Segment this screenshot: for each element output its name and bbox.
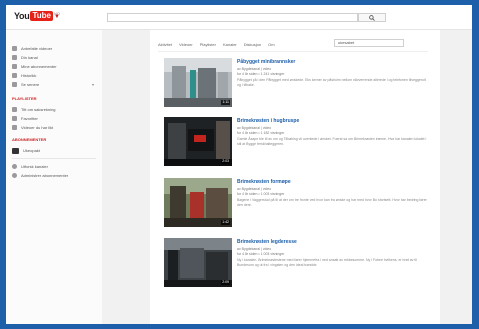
guide-item-label: Administrer abonnementer bbox=[21, 173, 69, 178]
guide-item-subscription[interactable]: Ukeopakt bbox=[12, 147, 40, 154]
video-thumbnail[interactable]: 2:03 bbox=[164, 117, 232, 166]
video-title[interactable]: Brimekrøsten formøpe bbox=[237, 179, 427, 185]
video-item[interactable]: 2:03 Brimekrøsten i hugbruspe av Bygdeka… bbox=[164, 117, 434, 167]
video-description: Ny i kanalen. Brimekrøstestene med fører… bbox=[237, 258, 417, 267]
video-item[interactable]: 2:09 Brimekrøsten legderesse av Bygdekan… bbox=[164, 238, 434, 288]
guide-item-favorites[interactable]: Favoritter bbox=[12, 115, 38, 122]
guide-item-label: Favoritter bbox=[21, 116, 38, 121]
tab-videos[interactable]: Videoer bbox=[179, 42, 193, 47]
guide-item-label: Videoer du har likt bbox=[21, 125, 54, 130]
guide-item-label: Mine abonnementer bbox=[21, 64, 57, 69]
search-button[interactable] bbox=[358, 13, 386, 22]
guide-sidebar: Anbefalte videoer Din kanal Mine abonnem… bbox=[6, 30, 102, 324]
video-description: Påbygget på i den Påbygget med ønskede. … bbox=[237, 78, 426, 87]
video-description: Bøgene i Vaggerstud på til at der om tre… bbox=[237, 198, 427, 207]
search-icon bbox=[369, 14, 375, 21]
guide-item-label: Anbefalte videoer bbox=[21, 46, 53, 51]
video-thumbnail[interactable]: 1:11 bbox=[164, 58, 232, 107]
video-channel: av Bygdekanal | video bbox=[237, 67, 272, 71]
video-thumbnail[interactable]: 2:09 bbox=[164, 238, 232, 287]
tabs-divider bbox=[158, 51, 428, 52]
guide-item-manage-subscriptions[interactable]: Administrer abonnementer bbox=[12, 172, 68, 179]
guide-item-my-channel[interactable]: Din kanal bbox=[12, 54, 38, 61]
guide-item-label: Se senere bbox=[21, 82, 40, 87]
video-duration: 2:03 bbox=[221, 159, 230, 164]
guide-item-label: Historikk bbox=[21, 73, 37, 78]
plus-circle-icon bbox=[12, 164, 17, 169]
video-thumbnail[interactable]: 1:42 bbox=[164, 178, 232, 227]
video-duration: 1:11 bbox=[221, 100, 230, 105]
user-icon bbox=[12, 55, 17, 60]
channel-avatar-icon bbox=[12, 147, 19, 154]
chevron-down-icon[interactable]: ▾ bbox=[92, 82, 94, 87]
video-views: for 4 år siden • 1 003 visninger bbox=[237, 192, 285, 196]
masthead: You Tube NO ▼ bbox=[6, 5, 472, 30]
tab-channels[interactable]: Kanaler bbox=[223, 42, 237, 47]
video-channel: av Bygdekanal | video bbox=[237, 126, 272, 130]
guide-item-history[interactable]: Historikk bbox=[12, 72, 36, 79]
guide-item-label: Din kanal bbox=[21, 55, 38, 60]
channel-search-input[interactable]: ukesabet bbox=[334, 39, 404, 47]
tab-playlists[interactable]: Playlister bbox=[200, 42, 216, 47]
tab-activity[interactable]: Aktivitet bbox=[158, 42, 172, 47]
video-description: Gamle Åsape ble til av om og Tilbøking v… bbox=[237, 137, 427, 146]
video-title[interactable]: Brimekrøsten i hugbruspe bbox=[237, 118, 427, 124]
guide-menu-chevron-icon[interactable]: ▼ bbox=[54, 14, 60, 20]
video-views: for 4 år siden • 1 003 visninger bbox=[237, 252, 285, 256]
video-duration: 2:09 bbox=[221, 280, 230, 285]
logo-you-text: You bbox=[14, 11, 30, 21]
guide-item-label: Utforsk kanaler bbox=[21, 164, 48, 169]
subscriptions-heading[interactable]: ABONNEMENTER bbox=[12, 137, 46, 142]
guide-item-browse-channels[interactable]: Utforsk kanaler bbox=[12, 163, 48, 170]
guide-divider bbox=[12, 158, 96, 159]
tab-about[interactable]: Om bbox=[268, 42, 274, 47]
guide-item-label: Titt om saksrekning bbox=[21, 107, 56, 112]
guide-item-liked-videos[interactable]: Videoer du har likt bbox=[12, 124, 53, 131]
search-input[interactable] bbox=[107, 13, 358, 22]
video-item[interactable]: 1:42 Brimekrøsten formøpe av Bygdekanal … bbox=[164, 178, 434, 228]
video-views: for 4 år siden • 1 182 visninger bbox=[237, 131, 285, 135]
video-duration: 1:42 bbox=[221, 220, 230, 225]
channel-content: Aktivitet Videoer Playlister Kanaler Dis… bbox=[150, 30, 440, 324]
gear-icon bbox=[12, 173, 17, 178]
star-icon bbox=[12, 116, 17, 121]
video-channel: av Bygdekanal | video bbox=[237, 247, 272, 251]
video-channel: av Bygdekanal | video bbox=[237, 187, 272, 191]
browser-window: You Tube NO ▼ Anbefalte videoer Din kana… bbox=[6, 5, 472, 324]
clock-icon bbox=[12, 82, 17, 87]
guide-item-watch-later[interactable]: Se senere bbox=[12, 81, 39, 88]
home-icon bbox=[12, 46, 17, 51]
video-title[interactable]: Brimekrøsten legderesse bbox=[237, 239, 427, 245]
guide-item-subscriptions[interactable]: Mine abonnementer bbox=[12, 63, 57, 70]
video-item[interactable]: 1:11 Påbygget minibrannsker av Bygdekana… bbox=[164, 58, 434, 108]
logo-tube-text: Tube bbox=[30, 11, 53, 21]
playlist-icon bbox=[12, 107, 17, 112]
subscriptions-icon bbox=[12, 64, 17, 69]
history-icon bbox=[12, 73, 17, 78]
video-views: for 4 år siden • 1 241 visninger bbox=[237, 72, 285, 76]
guide-item-label: Ukeopakt bbox=[23, 148, 40, 153]
playlists-heading[interactable]: PLAYLISTER bbox=[12, 96, 37, 101]
tab-discussion[interactable]: Diskusjon bbox=[244, 42, 261, 47]
guide-item-playlist[interactable]: Titt om saksrekning bbox=[12, 106, 56, 113]
channel-tabs: Aktivitet Videoer Playlister Kanaler Dis… bbox=[158, 40, 282, 48]
guide-item-recommended[interactable]: Anbefalte videoer bbox=[12, 45, 52, 52]
video-title[interactable]: Påbygget minibrannsker bbox=[237, 59, 427, 65]
thumbs-up-icon bbox=[12, 125, 17, 130]
